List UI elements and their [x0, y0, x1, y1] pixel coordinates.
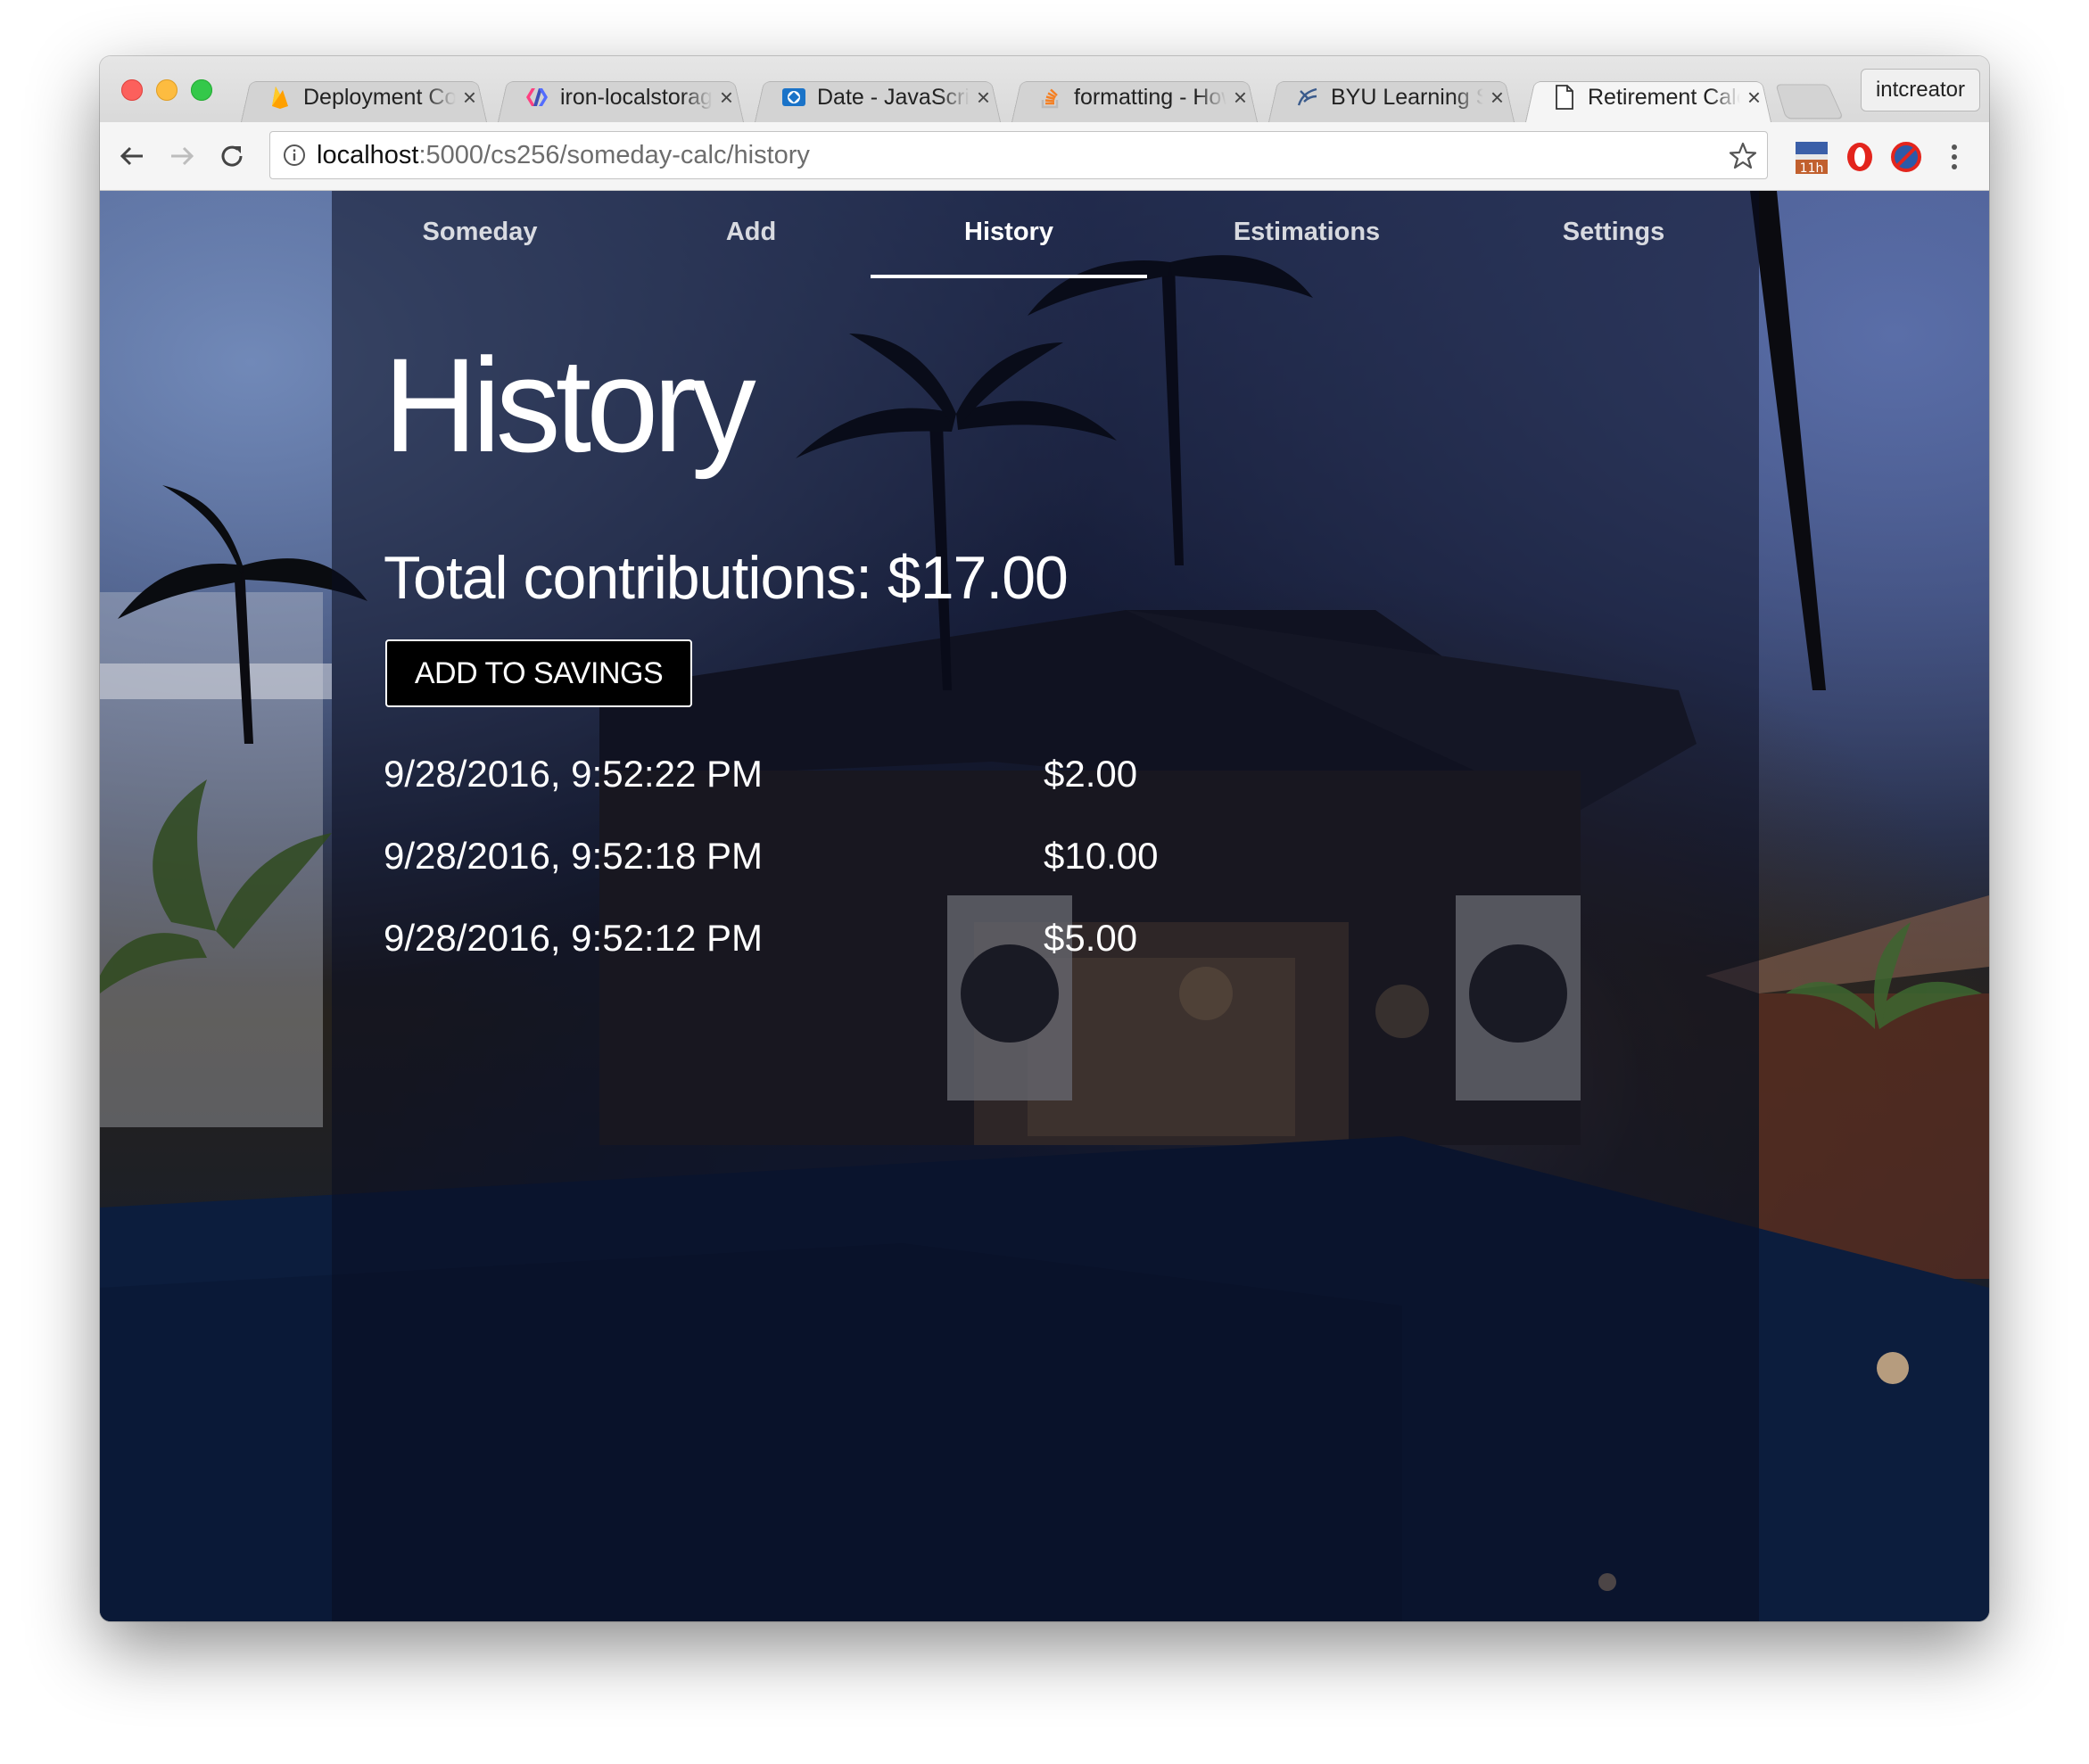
calendar-extension-icon[interactable]: 11h: [1793, 138, 1830, 176]
history-amount: $10.00: [1044, 835, 1159, 877]
minimize-window-button[interactable]: [156, 79, 178, 101]
close-icon[interactable]: ×: [1490, 84, 1504, 111]
arrow-right-icon: [171, 146, 194, 166]
active-tab-indicator: [871, 275, 1147, 278]
url-text[interactable]: localhost:5000/cs256/someday-calc/histor…: [317, 141, 810, 170]
browser-toolbar: localhost:5000/cs256/someday-calc/histor…: [100, 122, 1989, 191]
nav-history[interactable]: History: [964, 218, 1053, 247]
info-icon: [284, 144, 305, 166]
url-path: :5000/cs256/someday-calc/history: [418, 140, 810, 169]
app-nav: Someday Add History Estimations Settings: [332, 191, 1759, 280]
forward-button[interactable]: [164, 138, 200, 174]
close-icon[interactable]: ×: [977, 84, 990, 111]
browser-window: Deployment Con × iron-localstorage × Dat…: [100, 56, 1989, 1621]
close-window-button[interactable]: [121, 79, 143, 101]
total-contributions: Total contributions: $17.00: [384, 544, 1069, 612]
page-icon: [1552, 85, 1577, 110]
tab-retirement-calc[interactable]: Retirement Calc ×: [1518, 72, 1779, 122]
tab-title: Date - JavaScript: [817, 84, 970, 110]
byu-icon: [1295, 85, 1320, 110]
tab-formatting[interactable]: formatting - How ×: [1004, 72, 1265, 122]
reload-icon: [221, 145, 243, 167]
tab-deployment[interactable]: Deployment Con ×: [234, 72, 494, 122]
opera-extension-icon[interactable]: [1841, 138, 1878, 176]
close-icon[interactable]: ×: [1234, 84, 1247, 111]
close-icon[interactable]: ×: [1747, 84, 1761, 111]
blocker-extension-icon[interactable]: [1887, 138, 1925, 176]
more-vertical-icon: [1952, 144, 1957, 169]
arrow-left-icon: [120, 146, 143, 166]
nav-someday[interactable]: Someday: [423, 218, 538, 247]
tab-byu-learning-suite[interactable]: BYU Learning Suite ×: [1261, 72, 1522, 122]
polymer-icon: [524, 85, 549, 110]
nav-settings[interactable]: Settings: [1563, 218, 1664, 247]
history-date: 9/28/2016, 9:52:12 PM: [384, 917, 763, 959]
bookmark-star-icon[interactable]: [1728, 141, 1758, 171]
zoom-window-button[interactable]: [191, 79, 212, 101]
nav-estimations[interactable]: Estimations: [1234, 218, 1380, 247]
back-button[interactable]: [114, 138, 150, 174]
extension-badge: 11h: [1800, 161, 1824, 176]
history-list: 9/28/2016, 9:52:22 PM $2.00 9/28/2016, 9…: [384, 744, 1276, 990]
history-amount: $5.00: [1044, 917, 1138, 959]
url-host: localhost: [317, 140, 419, 169]
history-date: 9/28/2016, 9:52:22 PM: [384, 753, 763, 795]
tab-title: iron-localstorage: [560, 84, 713, 110]
history-date: 9/28/2016, 9:52:18 PM: [384, 835, 763, 877]
tab-date-javascript[interactable]: Date - JavaScript ×: [747, 72, 1008, 122]
close-icon[interactable]: ×: [720, 84, 733, 111]
new-tab-button[interactable]: [1780, 83, 1836, 119]
menu-button[interactable]: [1936, 138, 1973, 176]
history-row: 9/28/2016, 9:52:18 PM $10.00: [384, 826, 1276, 908]
nav-add[interactable]: Add: [726, 218, 776, 247]
tab-title: formatting - How: [1074, 84, 1226, 110]
content-panel: Someday Add History Estimations Settings…: [332, 191, 1759, 1621]
tab-strip: Deployment Con × iron-localstorage × Dat…: [100, 56, 1989, 122]
add-to-savings-button[interactable]: ADD TO SAVINGS: [385, 639, 692, 707]
page-title: History: [384, 330, 756, 480]
page-viewport: Someday Add History Estimations Settings…: [100, 191, 1989, 1621]
tabs: Deployment Con × iron-localstorage × Dat…: [234, 72, 1836, 122]
profile-button[interactable]: intcreator: [1860, 69, 1980, 111]
tab-title: BYU Learning Suite: [1331, 84, 1483, 110]
tab-title: Retirement Calc: [1588, 84, 1740, 110]
firebase-icon: [268, 85, 293, 110]
tab-title: Deployment Con: [303, 84, 456, 110]
tab-iron-localstorage[interactable]: iron-localstorage ×: [491, 72, 751, 122]
history-row: 9/28/2016, 9:52:22 PM $2.00: [384, 744, 1276, 826]
close-icon[interactable]: ×: [463, 84, 476, 111]
mdn-icon: [781, 85, 806, 110]
history-row: 9/28/2016, 9:52:12 PM $5.00: [384, 908, 1276, 990]
history-amount: $2.00: [1044, 753, 1138, 795]
stackoverflow-icon: [1038, 85, 1063, 110]
reload-button[interactable]: [214, 138, 250, 174]
address-bar[interactable]: localhost:5000/cs256/someday-calc/histor…: [269, 131, 1768, 179]
